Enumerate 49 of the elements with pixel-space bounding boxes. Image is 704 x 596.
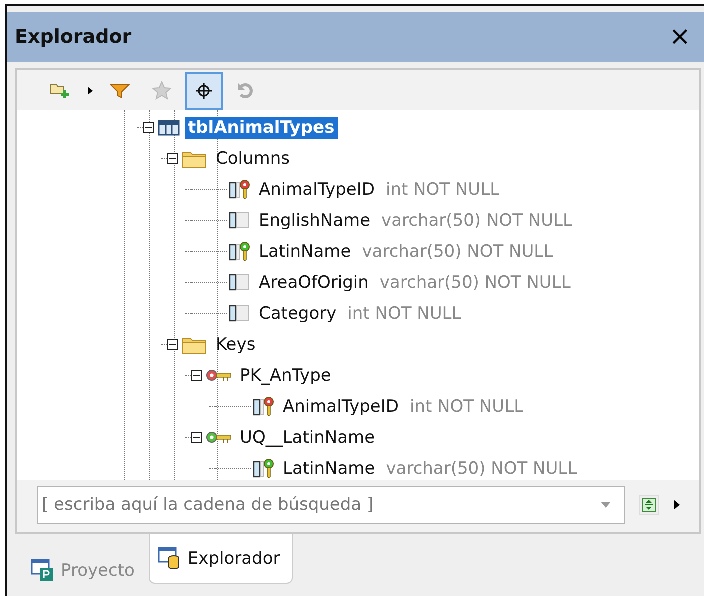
caret-icon bbox=[86, 85, 94, 97]
more-arrow-icon[interactable] bbox=[673, 499, 681, 511]
collapse-toggle[interactable] bbox=[167, 153, 178, 164]
key-column-icon bbox=[253, 458, 275, 480]
panel-tab[interactable]: Explorador bbox=[148, 534, 294, 584]
tree-item[interactable]: Columns bbox=[213, 148, 293, 170]
unique-key-icon bbox=[206, 431, 232, 444]
tree-item[interactable]: LatinName bbox=[256, 240, 354, 262]
collapse-toggle[interactable] bbox=[191, 432, 202, 443]
tree-item[interactable]: PK_AnType bbox=[237, 364, 334, 386]
expand-icon bbox=[642, 498, 656, 512]
key-column-icon bbox=[229, 178, 251, 200]
key-column-icon bbox=[229, 240, 251, 262]
close-button[interactable]: × bbox=[667, 24, 693, 50]
column-type: varchar(50) NOT NULL bbox=[382, 210, 572, 230]
crosshair-button[interactable] bbox=[185, 72, 223, 110]
column-type: int NOT NULL bbox=[386, 180, 500, 200]
expand-button[interactable] bbox=[639, 495, 659, 515]
column-type: int NOT NULL bbox=[348, 304, 462, 324]
tree-item[interactable]: LatinName bbox=[280, 458, 378, 480]
column-icon bbox=[229, 302, 251, 324]
project-tab-icon bbox=[31, 559, 55, 583]
collapse-toggle[interactable] bbox=[167, 339, 178, 350]
key-column-icon bbox=[253, 396, 275, 418]
column-type: varchar(50) NOT NULL bbox=[380, 272, 571, 292]
column-type: varchar(50) NOT NULL bbox=[386, 458, 578, 478]
tree-item[interactable]: EnglishName bbox=[256, 210, 374, 232]
column-type: int NOT NULL bbox=[410, 396, 524, 416]
explorer-tab-icon bbox=[158, 546, 182, 570]
tree-item[interactable]: AnimalTypeID bbox=[280, 396, 402, 418]
refresh-icon bbox=[236, 81, 256, 101]
column-icon bbox=[229, 210, 251, 232]
crosshair-icon bbox=[194, 81, 214, 101]
tree-item[interactable]: AreaOfOrigin bbox=[256, 272, 372, 294]
filter-icon bbox=[110, 82, 130, 100]
table-icon bbox=[158, 118, 180, 136]
collapse-toggle[interactable] bbox=[191, 370, 202, 381]
folder-plus-icon bbox=[50, 82, 70, 100]
tree-item[interactable]: Keys bbox=[213, 334, 259, 356]
window-title: Explorador bbox=[15, 26, 132, 48]
collapse-toggle[interactable] bbox=[143, 122, 154, 133]
tree-item[interactable]: tblAnimalTypes bbox=[185, 116, 338, 138]
tree-item[interactable]: UQ__LatinName bbox=[237, 426, 378, 448]
column-type: varchar(50) NOT NULL bbox=[362, 242, 554, 262]
star-icon bbox=[152, 81, 172, 101]
column-icon bbox=[229, 272, 251, 294]
tree-item[interactable]: AnimalTypeID bbox=[256, 178, 378, 200]
tree-item[interactable]: Category bbox=[256, 302, 340, 324]
primary-key-icon bbox=[206, 369, 232, 382]
